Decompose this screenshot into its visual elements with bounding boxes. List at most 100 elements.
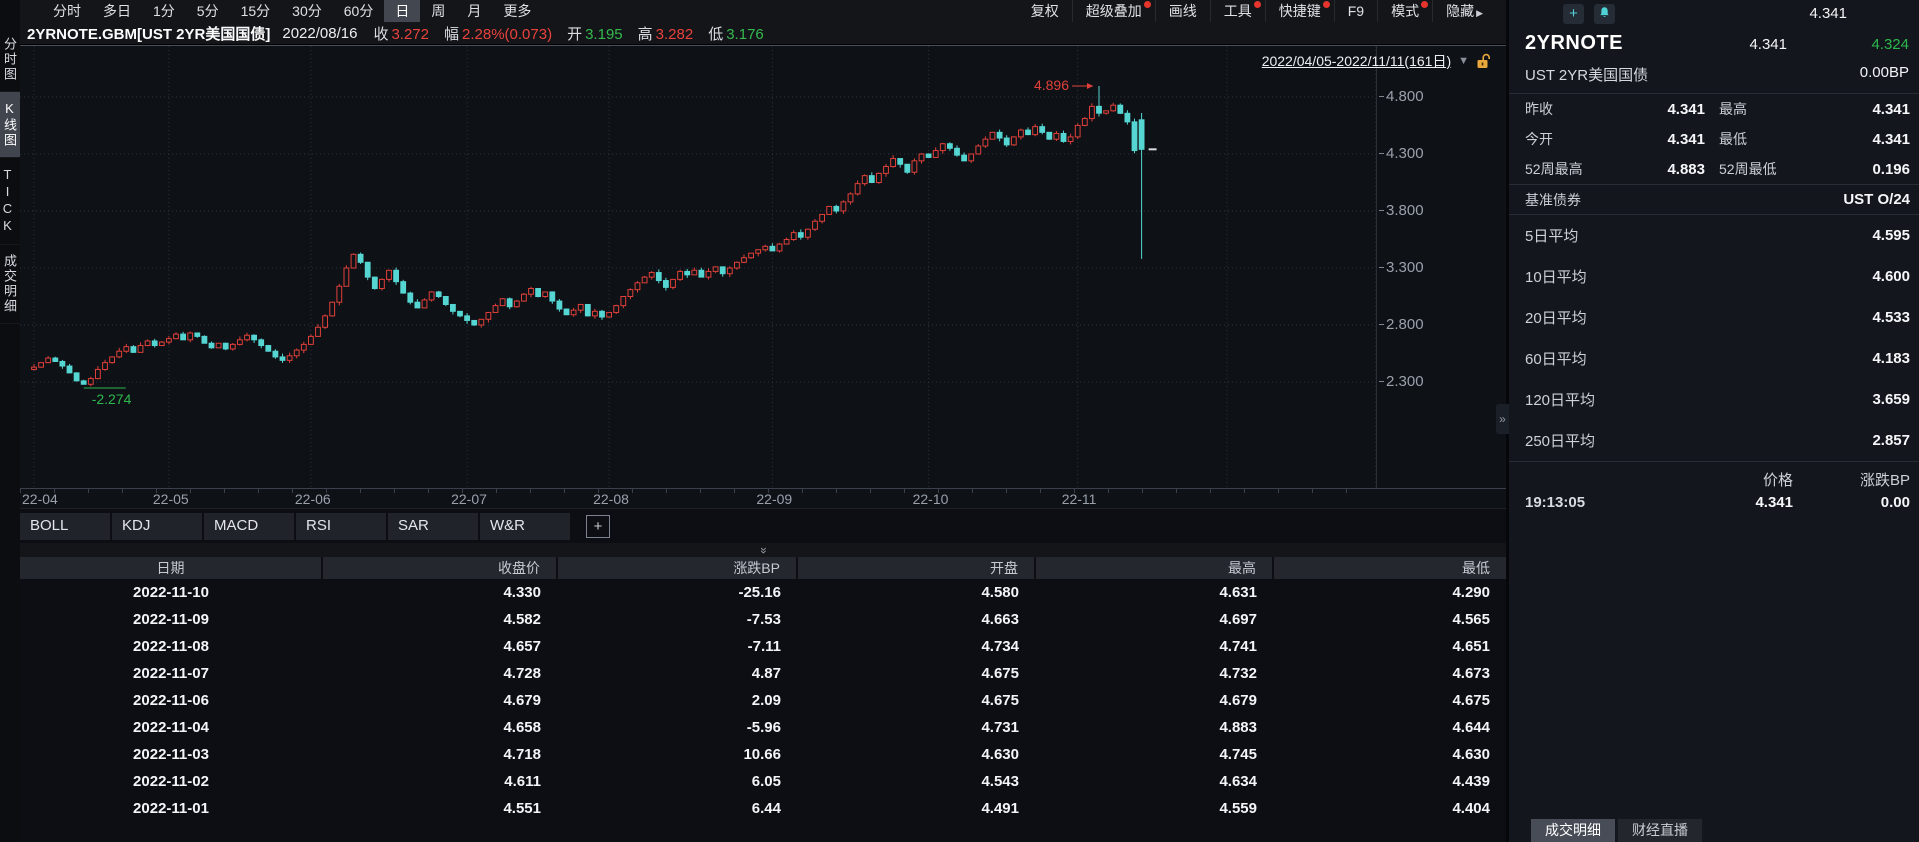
- indicator-tab-row: BOLLKDJMACDRSISARW&R +: [20, 508, 1506, 543]
- period-tab[interactable]: 周: [420, 0, 456, 22]
- toolbar-button[interactable]: 快捷键: [1265, 0, 1334, 22]
- table-header-cell[interactable]: 最低: [1273, 557, 1506, 579]
- quote-field-value: 3.272: [391, 26, 429, 43]
- period-tab[interactable]: 15分: [230, 0, 282, 22]
- period-tab[interactable]: 1分: [142, 0, 186, 22]
- table-cell: 2022-11-06: [20, 687, 322, 714]
- table-header-cell[interactable]: 涨跌BP: [557, 557, 797, 579]
- table-header-cell[interactable]: 开盘: [797, 557, 1035, 579]
- period-tab[interactable]: 多日: [92, 0, 142, 22]
- sidebar-item-tick[interactable]: TICK: [0, 158, 20, 245]
- sidebar-item-trade-detail[interactable]: 成交明细: [0, 245, 20, 324]
- toolbar-button[interactable]: 工具: [1210, 0, 1265, 22]
- add-watchlist-icon[interactable]: +: [1563, 4, 1584, 24]
- period-tab[interactable]: 分时: [42, 0, 92, 22]
- average-value: 4.600: [1872, 268, 1910, 285]
- add-indicator-icon[interactable]: +: [586, 515, 610, 538]
- indicator-tab-kdj[interactable]: KDJ: [112, 513, 204, 540]
- quote-fields: 收3.272幅2.28%(0.073)开3.195高3.282低3.176: [373, 23, 778, 44]
- table-cell: 4.644: [1273, 714, 1506, 741]
- table-cell: 4.734: [797, 633, 1035, 660]
- toolbar-button[interactable]: 模式: [1377, 0, 1432, 22]
- panel-change-value: 4.324: [1787, 36, 1909, 53]
- y-axis-label: 4.800: [1379, 88, 1424, 105]
- benchmark-row: 基准债券 UST O/24: [1509, 184, 1919, 215]
- panel-collapse-handle[interactable]: »: [20, 543, 1506, 557]
- table-row[interactable]: 2022-11-034.71810.664.6304.7454.630: [20, 741, 1506, 768]
- table-row[interactable]: 2022-11-074.7284.874.6754.7324.673: [20, 660, 1506, 687]
- period-tab[interactable]: 30分: [281, 0, 333, 22]
- panel-expand-arrow[interactable]: »: [1496, 404, 1509, 434]
- period-tab[interactable]: 更多: [492, 0, 542, 22]
- toolbar-button[interactable]: 隐藏▶: [1432, 0, 1496, 22]
- date-range-control[interactable]: 2022/04/05-2022/11/11(161日) ▼: [1262, 51, 1490, 71]
- x-axis-label: 22-11: [1062, 491, 1097, 507]
- panel-tab[interactable]: 财经直播: [1618, 819, 1702, 842]
- period-tab[interactable]: 月: [456, 0, 492, 22]
- unlock-icon[interactable]: [1476, 53, 1490, 69]
- sidebar-item-kline-chart[interactable]: K线图: [0, 92, 20, 158]
- stat-row: 52周最高4.88352周最低0.196: [1509, 154, 1919, 184]
- indicator-tab-rsi[interactable]: RSI: [296, 513, 388, 540]
- table-header-cell[interactable]: 收盘价: [322, 557, 557, 579]
- x-axis-label: 22-05: [153, 491, 189, 507]
- table-header-cell[interactable]: 日期: [20, 557, 322, 579]
- quote-field-label: 幅: [444, 26, 459, 43]
- indicator-tab-sar[interactable]: SAR: [388, 513, 480, 540]
- table-cell: 4.582: [322, 606, 557, 633]
- history-table: 日期收盘价涨跌BP开盘最高最低 2022-11-104.330-25.164.5…: [20, 557, 1506, 822]
- toolbar-right-buttons: 复权超级叠加画线工具快捷键F9模式隐藏▶: [1018, 0, 1496, 22]
- table-row[interactable]: 2022-11-064.6792.094.6754.6794.675: [20, 687, 1506, 714]
- toolbar-button[interactable]: 复权: [1018, 0, 1072, 22]
- toolbar-button[interactable]: 超级叠加: [1072, 0, 1155, 22]
- table-row[interactable]: 2022-11-024.6116.054.5434.6344.439: [20, 768, 1506, 795]
- chevron-down-icon[interactable]: ▼: [1458, 55, 1469, 67]
- table-cell: 4.883: [1035, 714, 1273, 741]
- stat-value: 4.341: [1811, 101, 1910, 118]
- quote-field: 幅2.28%(0.073): [444, 23, 552, 44]
- toolbar-button[interactable]: F9: [1334, 0, 1377, 22]
- benchmark-label: 基准债券: [1525, 190, 1581, 210]
- table-cell: -7.11: [557, 633, 797, 660]
- indicator-tab-wr[interactable]: W&R: [480, 513, 572, 540]
- table-cell: 2022-11-01: [20, 795, 322, 822]
- average-row: 250日平均2.857: [1509, 420, 1919, 461]
- stat-value: 0.196: [1811, 161, 1910, 178]
- table-cell: 2022-11-10: [20, 579, 322, 606]
- quote-field: 低3.176: [708, 23, 764, 44]
- table-cell: 4.657: [322, 633, 557, 660]
- tick-bp-header: 涨跌BP: [1793, 469, 1910, 490]
- table-cell: 2022-11-04: [20, 714, 322, 741]
- date-range-label[interactable]: 2022/04/05-2022/11/11(161日): [1262, 51, 1451, 71]
- top-toolbar: 分时多日1分5分15分30分60分日周月更多 复权超级叠加画线工具快捷键F9模式…: [20, 0, 1506, 22]
- notification-dot: [1323, 1, 1330, 8]
- table-header-cell[interactable]: 最高: [1035, 557, 1273, 579]
- candlestick-chart-area[interactable]: 2022/04/05-2022/11/11(161日) ▼ 4.896-2.27…: [20, 45, 1506, 488]
- period-tab[interactable]: 日: [384, 0, 420, 22]
- period-tab[interactable]: 60分: [333, 0, 385, 22]
- stat-label: 52周最低: [1719, 159, 1811, 179]
- table-row[interactable]: 2022-11-044.658-5.964.7314.8834.644: [20, 714, 1506, 741]
- sidebar-item-time-chart[interactable]: 分时图: [0, 28, 20, 92]
- table-row[interactable]: 2022-11-014.5516.444.4914.5594.404: [20, 795, 1506, 822]
- table-cell: 4.580: [797, 579, 1035, 606]
- x-axis: 22-0422-0522-0622-0722-0822-0922-1022-11: [20, 488, 1506, 508]
- notification-dot: [1144, 1, 1151, 8]
- tick-time: 19:13:05: [1525, 494, 1675, 511]
- flyout-arrow-icon: ▶: [1476, 8, 1483, 18]
- kline-plot[interactable]: 4.896-2.274: [20, 46, 1376, 489]
- right-quote-panel: » + 4.341 2YRNOTE 4.341 4.324 UST 2YR美国国…: [1506, 0, 1919, 842]
- indicator-tab-boll[interactable]: BOLL: [20, 513, 112, 540]
- table-row[interactable]: 2022-11-084.657-7.114.7344.7414.651: [20, 633, 1506, 660]
- panel-symbol-row: 2YRNOTE 4.341 4.324: [1509, 27, 1919, 55]
- table-row[interactable]: 2022-11-094.582-7.534.6634.6974.565: [20, 606, 1506, 633]
- alert-bell-icon[interactable]: [1594, 4, 1615, 24]
- table-row[interactable]: 2022-11-104.330-25.164.5804.6314.290: [20, 579, 1506, 606]
- quote-field-label: 低: [708, 26, 723, 43]
- table-cell: 4.673: [1273, 660, 1506, 687]
- period-tab[interactable]: 5分: [186, 0, 230, 22]
- toolbar-button[interactable]: 画线: [1155, 0, 1210, 22]
- indicator-tab-macd[interactable]: MACD: [204, 513, 296, 540]
- average-value: 4.533: [1872, 309, 1910, 326]
- panel-tab[interactable]: 成交明细: [1531, 819, 1615, 842]
